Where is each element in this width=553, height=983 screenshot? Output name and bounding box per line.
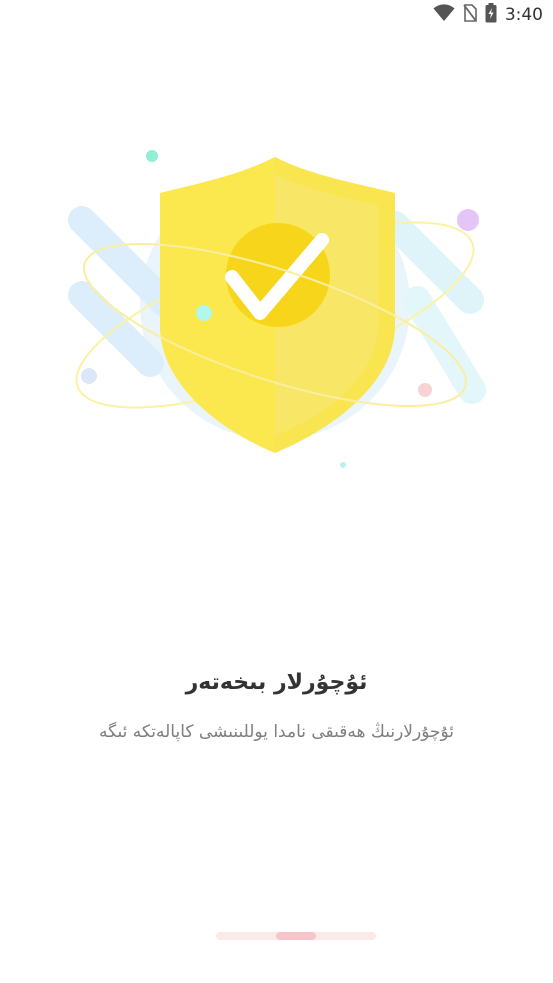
status-bar: 3:40 <box>0 0 553 30</box>
no-sim-icon <box>463 4 477 26</box>
onboarding-description: ئۇچۇرلارنىڭ ھەقىقى نامدا يوللىنىشى كاپال… <box>98 722 455 742</box>
page-indicator <box>216 932 376 940</box>
status-icons: 3:40 <box>433 3 543 27</box>
shield-check-icon <box>60 135 500 480</box>
wifi-icon <box>433 4 455 26</box>
page-indicator-active-dot <box>276 932 316 940</box>
clock-time: 3:40 <box>504 5 543 25</box>
onboarding-title: ئۇچۇرلار بىخەتەر <box>185 670 368 695</box>
battery-charging-icon <box>485 3 497 27</box>
